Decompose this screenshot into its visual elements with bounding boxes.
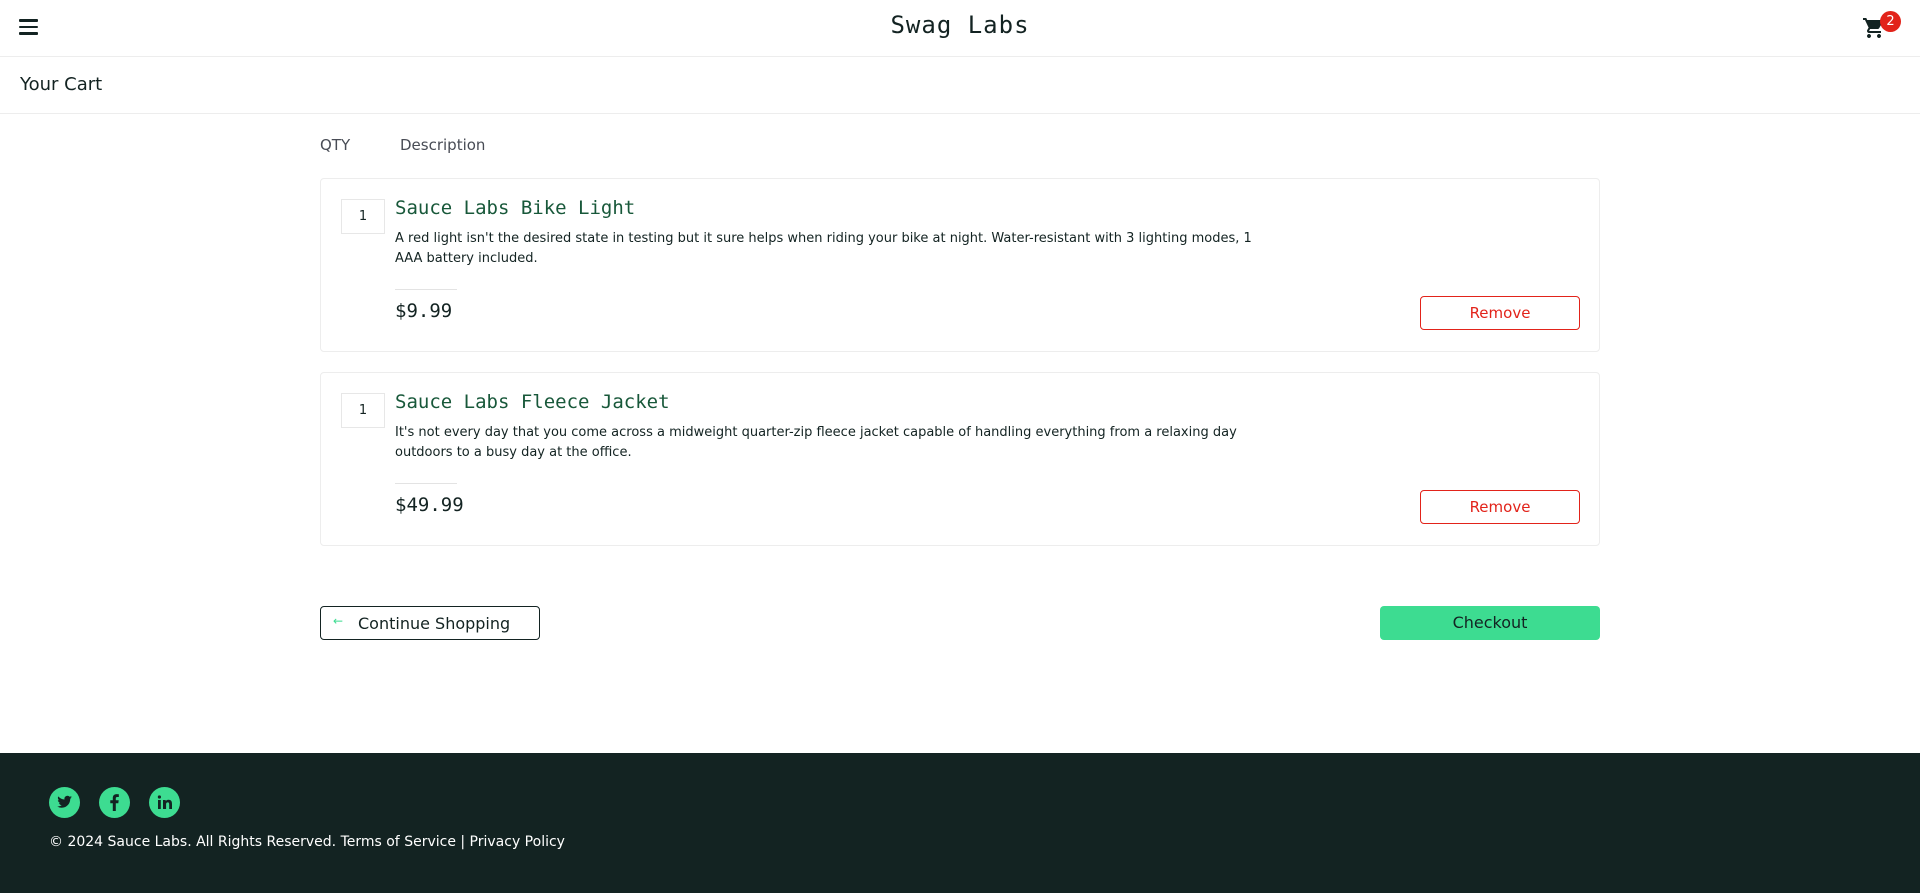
- cart-badge: 2: [1880, 11, 1901, 32]
- shopping-cart-link[interactable]: 2: [1862, 11, 1901, 42]
- app-logo: Swag Labs: [890, 11, 1030, 39]
- item-name-link[interactable]: Sauce Labs Bike Light: [395, 197, 635, 219]
- footer-copyright: © 2024 Sauce Labs. All Rights Reserved. …: [49, 834, 565, 850]
- linkedin-icon[interactable]: [149, 787, 180, 818]
- item-description: It's not every day that you come across …: [395, 425, 1237, 460]
- qty-column-label: QTY: [320, 136, 351, 154]
- checkout-button[interactable]: Checkout: [1380, 606, 1600, 640]
- cart-item: 1 Sauce Labs Bike Light A red light isn'…: [320, 178, 1600, 352]
- item-price: $9.99: [395, 300, 453, 322]
- item-quantity: 1: [341, 199, 385, 234]
- continue-shopping-button[interactable]: ← Continue Shopping: [320, 606, 540, 640]
- footer: © 2024 Sauce Labs. All Rights Reserved. …: [0, 753, 1920, 893]
- secondary-header: Your Cart: [0, 57, 1920, 114]
- remove-button[interactable]: Remove: [1420, 490, 1580, 524]
- item-quantity: 1: [341, 393, 385, 428]
- item-description: A red light isn't the desired state in t…: [395, 231, 1252, 266]
- arrow-left-icon: ←: [333, 614, 344, 628]
- cart-item: 1 Sauce Labs Fleece Jacket It's not ever…: [320, 372, 1600, 546]
- remove-button[interactable]: Remove: [1420, 296, 1580, 330]
- continue-shopping-label: Continue Shopping: [358, 614, 511, 633]
- primary-header: Swag Labs 2: [0, 0, 1920, 57]
- price-divider: [395, 483, 457, 484]
- cart-page: Swag Labs 2 Your Cart QTY Description 1 …: [0, 0, 1920, 893]
- page-title: Your Cart: [20, 74, 103, 95]
- description-column-label: Description: [400, 136, 486, 154]
- facebook-icon[interactable]: [99, 787, 130, 818]
- item-name-link[interactable]: Sauce Labs Fleece Jacket: [395, 391, 670, 413]
- item-price: $49.99: [395, 494, 464, 516]
- twitter-icon[interactable]: [49, 787, 80, 818]
- price-divider: [395, 289, 457, 290]
